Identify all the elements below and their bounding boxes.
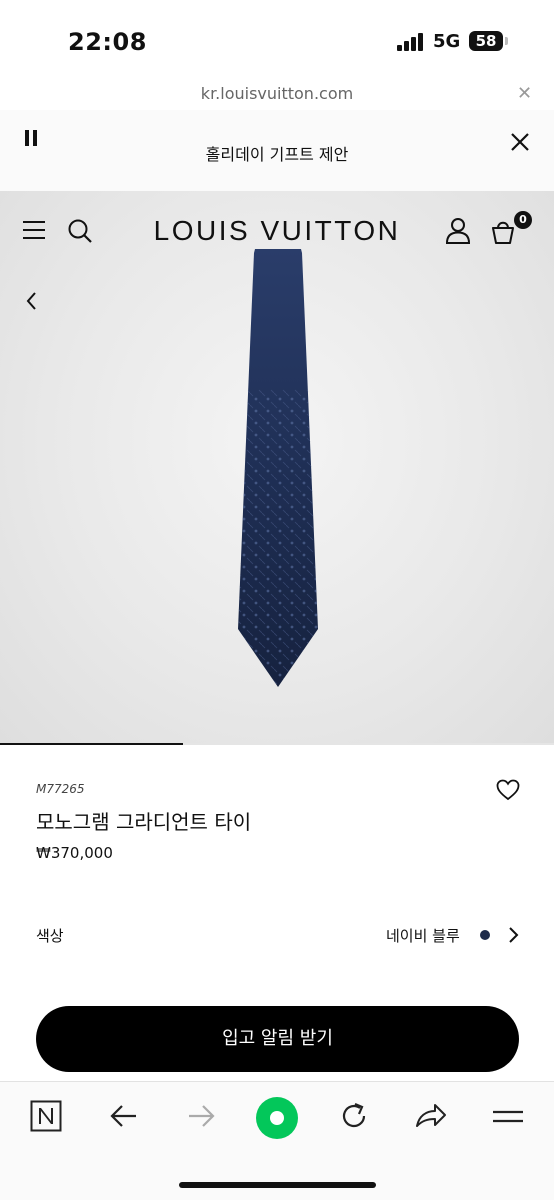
product-image-tie [238, 249, 318, 687]
battery-icon: 58 [469, 31, 503, 51]
chevron-right-icon[interactable] [506, 926, 520, 944]
url-bar[interactable]: kr.louisvuitton.com ✕ [0, 78, 554, 110]
gallery-progress [0, 743, 183, 745]
product-gallery[interactable]: LOUIS VUITTON 0 [0, 191, 554, 744]
chevron-left-icon[interactable] [24, 291, 40, 311]
color-value[interactable]: 네이비 블루 [386, 925, 460, 946]
cart-count-badge: 0 [514, 211, 532, 229]
user-icon[interactable] [445, 217, 471, 244]
forward-arrow-icon[interactable] [185, 1100, 217, 1132]
product-sku: M77265 [36, 782, 85, 796]
heart-icon[interactable] [496, 779, 520, 801]
shopping-bag-icon[interactable] [490, 217, 516, 244]
product-price: ₩370,000 [36, 844, 113, 862]
signal-icon [397, 33, 423, 51]
naver-n-icon[interactable] [30, 1100, 62, 1132]
green-home-dot-icon[interactable] [255, 1096, 299, 1140]
status-bar: 22:08 5G 58 [0, 0, 554, 78]
battery-tip [505, 37, 508, 45]
url-domain[interactable]: kr.louisvuitton.com [0, 84, 554, 103]
status-time: 22:08 [68, 28, 147, 56]
share-icon[interactable] [414, 1100, 448, 1132]
color-swatch[interactable] [480, 930, 490, 940]
back-arrow-icon[interactable] [108, 1100, 140, 1132]
close-icon[interactable]: ✕ [517, 83, 532, 104]
close-icon[interactable] [508, 130, 532, 154]
reload-icon[interactable] [338, 1100, 370, 1132]
notify-restock-button[interactable]: 입고 알림 받기 [36, 1006, 519, 1072]
color-label: 색상 [36, 927, 64, 945]
menu-icon[interactable] [492, 1100, 524, 1132]
home-indicator [179, 1182, 376, 1188]
promo-text[interactable]: 홀리데이 기프트 제안 [0, 141, 554, 165]
promo-banner: 홀리데이 기프트 제안 [0, 110, 554, 191]
product-title: 모노그램 그라디언트 타이 [36, 810, 252, 834]
network-type: 5G [433, 31, 461, 52]
